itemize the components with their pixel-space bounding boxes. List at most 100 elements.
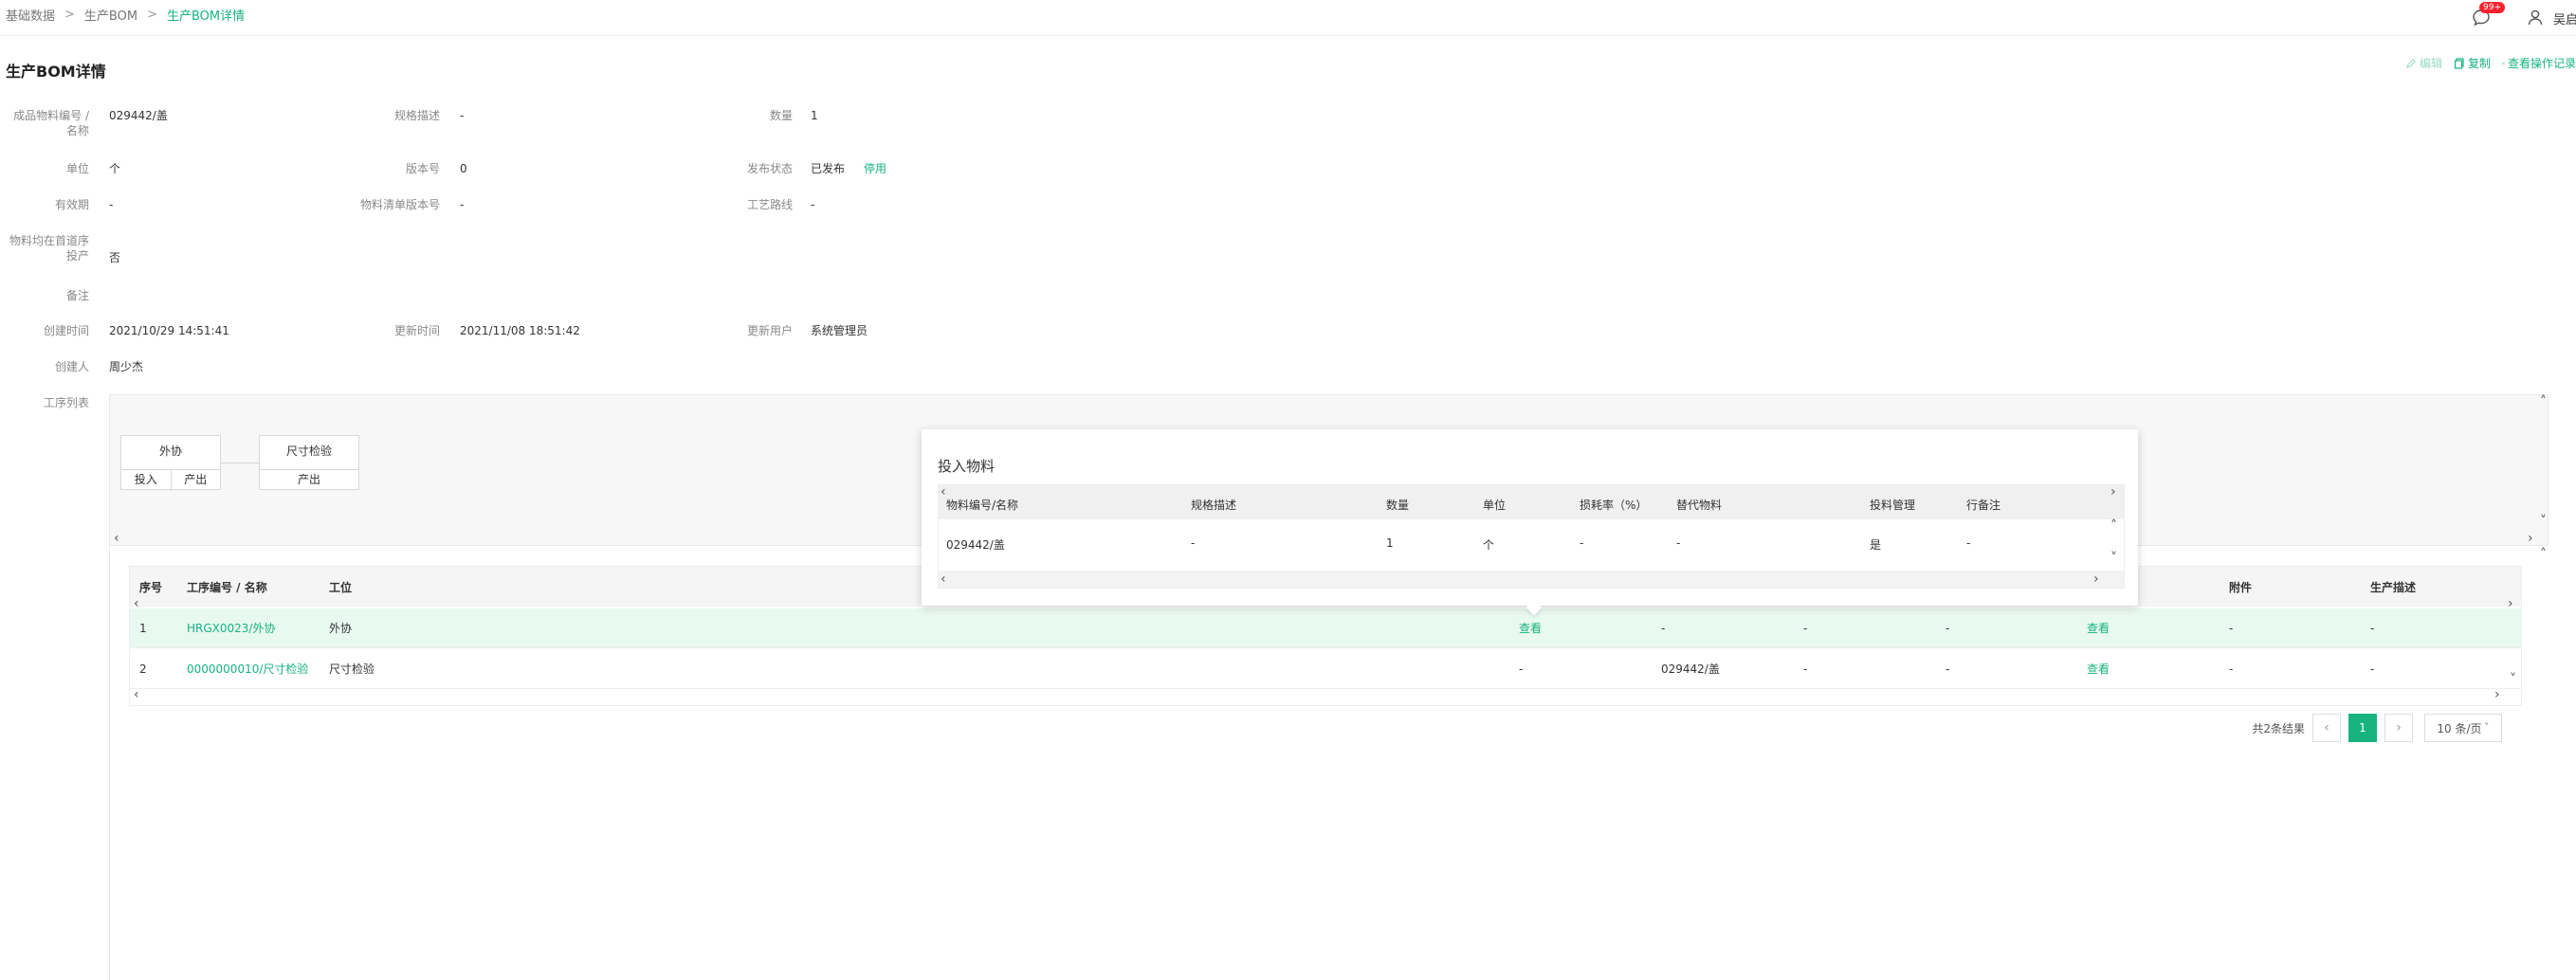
disable-link[interactable]: 停用 [864,161,886,176]
chevron-down-icon: ˅ [2483,721,2490,735]
unit-value: 个 [109,162,121,175]
scroll-right-icon[interactable]: › [2528,532,2533,545]
header-seq: 序号 [139,581,163,594]
page-button-current[interactable]: 1 [2348,714,2377,742]
user-name[interactable]: 吴启 [2553,9,2576,27]
table-row[interactable]: 2 0000000010/尺寸检验 尺寸检验 - 029442/盖 - - 查看… [130,649,2521,689]
breadcrumb-item-basic-data[interactable]: 基础数据 [6,6,55,24]
content-divider [109,546,110,980]
copy-icon [2454,57,2464,69]
version-value: 0 [460,162,467,175]
chevron-right-icon: › [2396,720,2402,735]
updated-user-label: 更新用户 [746,324,793,337]
edit-button[interactable]: 编辑 [2405,55,2442,71]
input-materials-table: ‹ › 物料编号/名称 规格描述 数量 单位 损耗率（%） 替代物料 投料管理 … [938,484,2125,589]
cell-value: - [1803,662,1808,676]
cell-process-code-link[interactable]: HRGX0023/外协 [187,621,275,636]
quantity-value: 1 [811,109,818,122]
breadcrumb-item-production-bom[interactable]: 生产BOM [84,6,137,24]
view-log-label: 查看操作记录 [2507,57,2576,70]
popover-title: 投入物料 [938,458,996,475]
page-actions: 编辑 复制 查看操作记录 [2394,55,2576,71]
scroll-down-icon[interactable]: ˅ [2110,552,2117,565]
copy-label: 复制 [2467,57,2491,70]
table-row[interactable]: 029442/盖 - 1 个 - - 是 - ˄ ˅ [939,519,2124,569]
cell-input: - [1519,662,1524,676]
header-unit: 单位 [1483,499,1507,512]
page-size-value: 10 条/页 [2437,721,2482,735]
quantity-label: 数量 [769,109,793,122]
breadcrumb-separator: > [147,8,157,22]
cell-material-code: 029442/盖 [946,538,1005,552]
scroll-left-icon[interactable]: ‹ [941,485,946,499]
header-feeding-mgmt: 投料管理 [1870,499,1916,512]
cell-production-desc: - [2370,662,2375,676]
scroll-up-icon[interactable]: ˄ [2540,395,2547,408]
cell-process-code-link[interactable]: 0000000010/尺寸检验 [187,662,308,677]
route-node-title: 尺寸检验 [260,436,358,470]
spec-label: 规格描述 [393,109,440,122]
breadcrumb-item-current: 生产BOM详情 [166,9,246,24]
prev-page-button[interactable]: ‹ [2312,714,2341,742]
scroll-up-icon[interactable]: ˄ [2110,519,2117,533]
validity-value: - [109,198,114,211]
route-node-outsource[interactable]: 外协 投入 产出 [120,435,221,491]
scroll-right-icon[interactable]: › [2494,688,2500,701]
page-title: 生产BOM详情 [6,63,106,81]
header-production-desc: 生产描述 [2370,581,2417,594]
scroll-up-icon[interactable]: ˄ [2540,548,2547,561]
page-size-select[interactable]: 10 条/页 ˅ [2424,714,2502,742]
header-row-remark: 行备注 [1966,499,2001,512]
created-time-label: 创建时间 [43,324,89,337]
horizontal-scrollbar[interactable]: ‹ › [939,571,2124,588]
breadcrumb-separator: > [64,8,75,22]
top-bar: 基础数据 > 生产BOM > 生产BOM详情 99+ 吴启 [0,0,2576,36]
publish-status-value: 已发布 [811,162,846,175]
unit-label: 单位 [65,162,89,175]
scroll-left-icon[interactable]: ‹ [134,688,139,701]
next-page-button[interactable]: › [2384,714,2413,742]
cell-spec: - [1191,536,1196,550]
view-link[interactable]: 查看 [2087,662,2110,677]
view-link[interactable]: 查看 [2087,621,2110,636]
route-node-input[interactable]: 投入 [121,470,171,491]
scroll-right-icon[interactable]: › [2110,485,2116,499]
input-materials-popover: 投入物料 ‹ › 物料编号/名称 规格描述 数量 单位 损耗率（%） 替代物料 … [922,429,2138,616]
scroll-down-icon[interactable]: ˅ [2510,673,2516,686]
header-substitute: 替代物料 [1676,499,1723,512]
notification-button[interactable]: 99+ [2470,2,2505,29]
breadcrumb: 基础数据 > 生产BOM > 生产BOM详情 [6,6,245,24]
header-process-code: 工序编号 / 名称 [187,581,267,594]
scroll-left-icon[interactable]: ‹ [941,572,946,586]
scroll-left-icon[interactable]: ‹ [114,532,119,545]
bom-version-value: - [460,198,465,211]
header-spec: 规格描述 [1191,499,1237,512]
popover-table-header: ‹ › 物料编号/名称 规格描述 数量 单位 损耗率（%） 替代物料 投料管理 … [939,485,2124,519]
user-icon[interactable] [2527,9,2544,28]
created-time-value: 2021/10/29 14:51:41 [109,324,229,337]
cell-output: 029442/盖 [1661,662,1720,676]
cell-seq: 1 [139,622,147,635]
route-node-output[interactable]: 产出 [260,470,358,491]
validity-label: 有效期 [54,198,89,211]
creator-value: 周少杰 [109,360,144,373]
route-node-size-check[interactable]: 尺寸检验 产出 [259,435,359,490]
scroll-right-icon[interactable]: › [2093,572,2099,586]
table-row[interactable]: 1 HRGX0023/外协 外协 查看 - - - 查看 - - [130,608,2521,648]
cell-value: - [1946,662,1950,676]
cell-output: - [1661,622,1666,635]
scroll-down-icon[interactable]: ˅ [2540,515,2547,528]
cell-station: 尺寸检验 [329,662,375,676]
route-node-title: 外协 [121,436,220,470]
notification-badge: 99+ [2479,2,2505,13]
header-attachment: 附件 [2229,581,2253,594]
view-input-link[interactable]: 查看 [1519,621,1542,636]
creator-label: 创建人 [54,360,89,373]
header-material-code: 物料编号/名称 [946,499,1019,512]
route-node-output[interactable]: 产出 [170,470,221,491]
product-code-value: 029442/盖 [109,109,168,122]
first-process-value: 否 [109,251,121,264]
view-log-button[interactable]: 查看操作记录 [2502,55,2576,71]
edit-label: 编辑 [2419,57,2442,70]
copy-button[interactable]: 复制 [2454,55,2491,71]
